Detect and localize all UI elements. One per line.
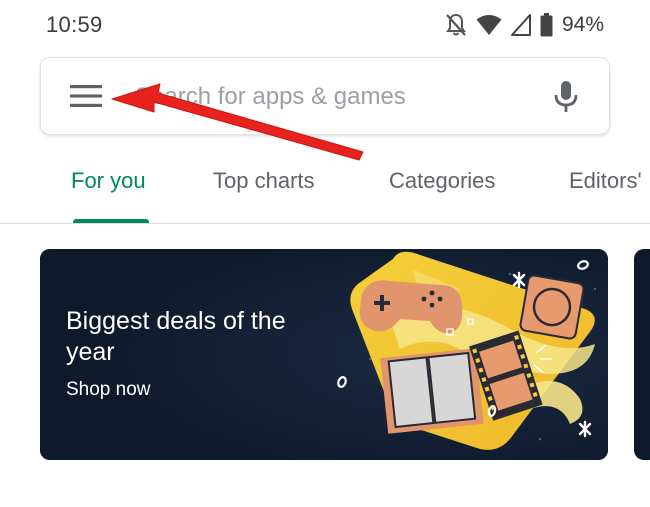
promo-title: Biggest deals of the year: [66, 307, 286, 366]
wifi-icon: [476, 14, 502, 36]
active-tab-indicator: [73, 219, 149, 223]
tab-bar: For you Top charts Categories Editors': [0, 148, 650, 224]
cellular-signal-icon: [510, 14, 531, 36]
status-icons: 94%: [445, 11, 604, 39]
promo-banner[interactable]: Biggest deals of the year Shop now: [40, 249, 608, 460]
tab-editors-choice[interactable]: Editors': [569, 168, 642, 194]
next-promo-card[interactable]: [634, 249, 650, 460]
microphone-icon[interactable]: [553, 80, 579, 114]
search-input[interactable]: [135, 76, 525, 118]
tab-top-charts[interactable]: Top charts: [213, 168, 315, 194]
play-store-screen: 10:59 94% Search for apps & games For yo…: [0, 0, 650, 507]
battery-icon: [540, 13, 553, 37]
battery-percent: 94%: [561, 13, 604, 36]
tab-categories[interactable]: Categories: [389, 168, 495, 194]
shop-now-link[interactable]: Shop now: [66, 379, 151, 401]
notifications-off-icon: [445, 13, 467, 37]
search-bar[interactable]: [40, 57, 610, 135]
status-time: 10:59: [46, 12, 103, 37]
tab-for-you[interactable]: For you: [71, 168, 146, 194]
hamburger-menu-icon[interactable]: [70, 84, 102, 108]
status-bar: 10:59 94%: [0, 0, 650, 54]
